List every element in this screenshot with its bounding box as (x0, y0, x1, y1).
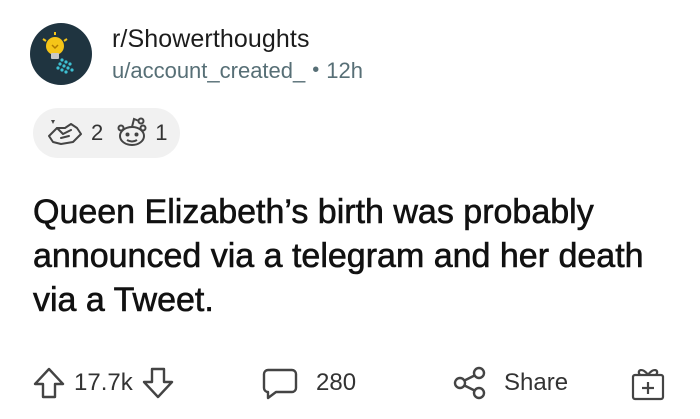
share-icon (452, 365, 488, 401)
lightbulb-shower-icon (36, 29, 86, 79)
separator-dot: • (312, 59, 320, 81)
post-header: r/Showerthoughts u/account_created_ • 12… (30, 23, 363, 85)
subreddit-name[interactable]: r/Showerthoughts (112, 25, 363, 54)
post-title[interactable]: Queen Elizabeth’s birth was probably ann… (33, 190, 683, 322)
comments-button[interactable]: 280 (262, 365, 356, 401)
post-meta: r/Showerthoughts u/account_created_ • 12… (112, 25, 363, 84)
award-count-helping-hand: 2 (91, 120, 104, 145)
upvote-count: 17.7k (74, 369, 133, 396)
vote-controls: 17.7k (32, 366, 175, 400)
helping-hand-award-icon (45, 116, 85, 150)
award-button[interactable] (629, 364, 667, 402)
author-name[interactable]: u/account_created_ (112, 58, 305, 84)
arrow-up-icon[interactable] (32, 366, 66, 400)
comment-count: 280 (316, 369, 357, 396)
post-card: r/Showerthoughts u/account_created_ • 12… (0, 0, 700, 419)
share-label: Share (504, 369, 569, 396)
post-action-bar: 17.7k 280 Share (32, 359, 677, 407)
post-age: 12h (326, 57, 363, 83)
gift-icon (629, 364, 667, 402)
arrow-down-icon[interactable] (141, 366, 175, 400)
share-button[interactable]: Share (452, 365, 568, 401)
awards-pill[interactable]: 2 1 (33, 108, 180, 158)
wholesome-snoo-award-icon (115, 116, 149, 150)
subreddit-avatar[interactable] (30, 23, 92, 85)
byline: u/account_created_ • 12h (112, 58, 363, 84)
award-count-wholesome: 1 (155, 120, 168, 145)
comment-bubble-icon (262, 365, 298, 401)
